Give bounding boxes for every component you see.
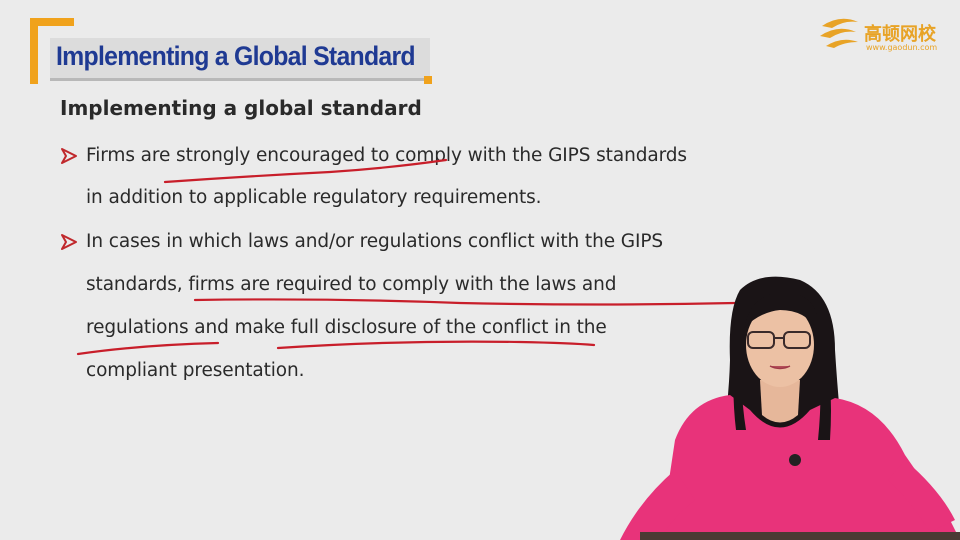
bullet-2-line-3: regulations and make full disclosure of …	[86, 317, 607, 338]
slide-title: Implementing a Global Standard	[56, 41, 416, 71]
bullet-arrow-icon	[61, 234, 77, 250]
underline-regulations	[76, 341, 220, 356]
title-corner-dot	[424, 76, 432, 84]
bullet-1-line-1: Firms are strongly encouraged to comply …	[86, 145, 687, 166]
logo-url: www.gaodun.com	[866, 43, 938, 52]
bullet-arrow-icon	[61, 148, 77, 164]
bullet-2-line-1: In cases in which laws and/or regulation…	[86, 231, 664, 252]
underline-full-disclosure	[276, 340, 596, 350]
bullet-2-line-4: compliant presentation.	[86, 360, 305, 381]
presenter-image	[620, 276, 960, 540]
bullet-1-line-2: in addition to applicable regulatory req…	[86, 187, 542, 208]
slide: Implementing a Global Standard 高顿网校 www.…	[0, 0, 960, 540]
slide-subheading: Implementing a global standard	[60, 96, 422, 120]
bullet-2-line-2: standards, firms are required to comply …	[86, 274, 617, 295]
